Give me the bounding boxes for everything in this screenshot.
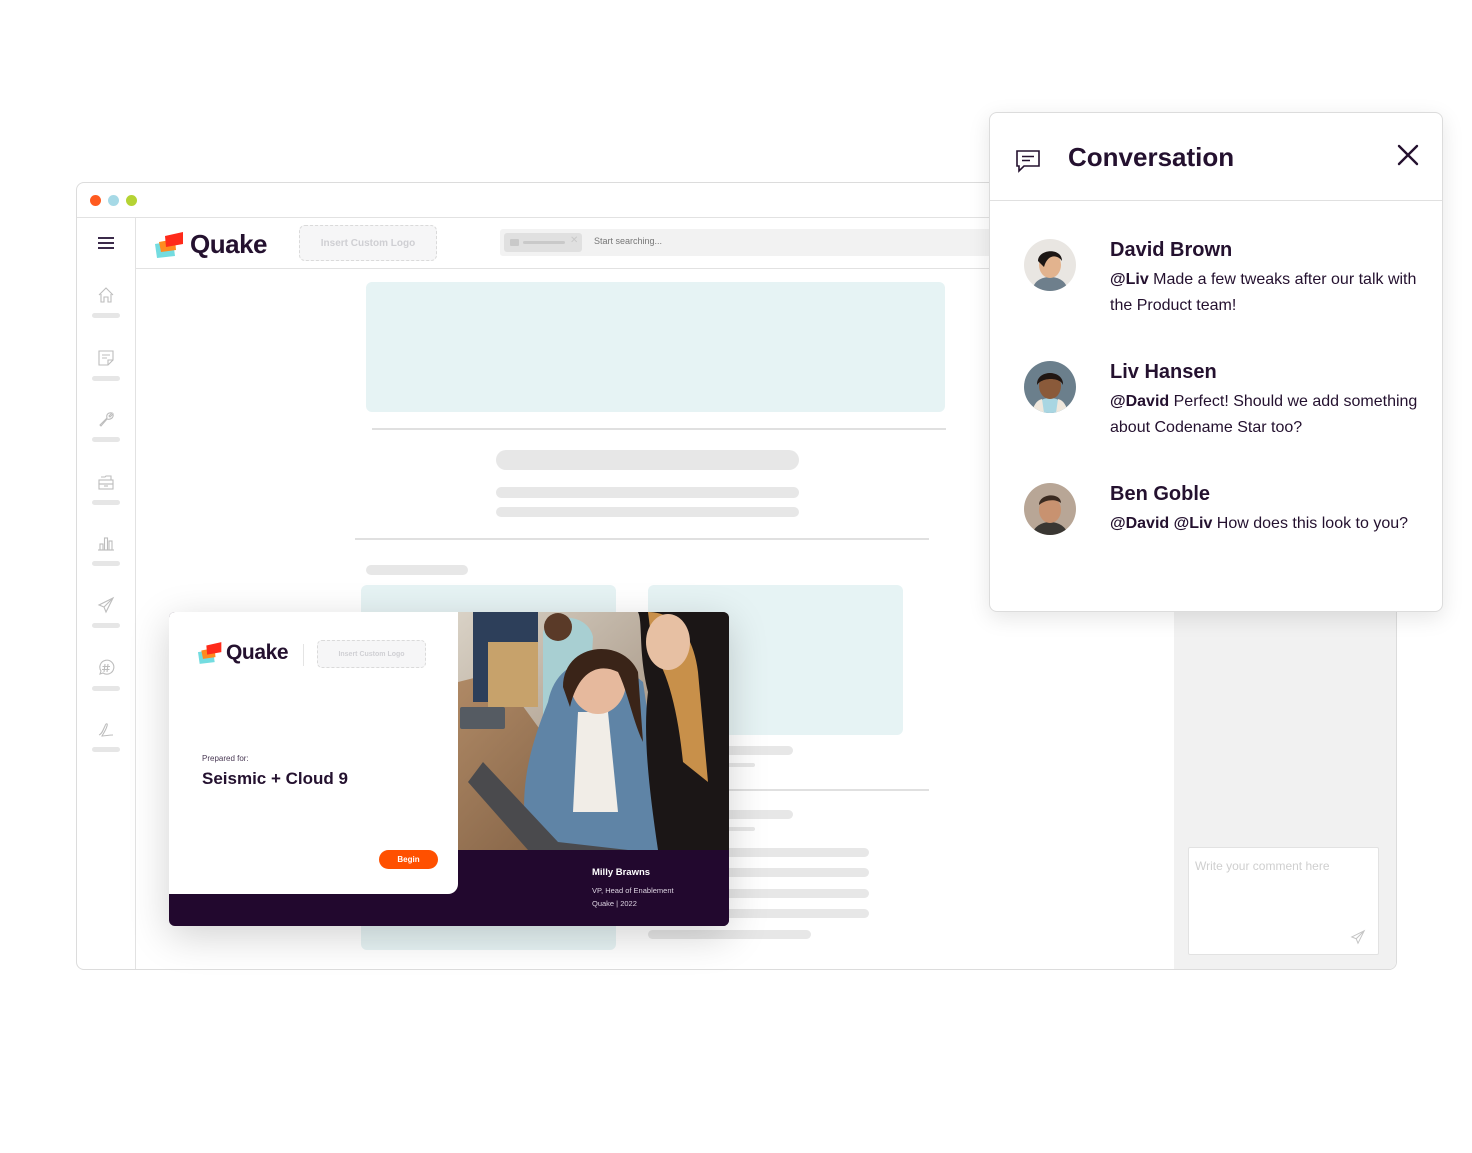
search-placeholder: Start searching...: [594, 236, 663, 246]
sidebar-label-placeholder: [92, 747, 120, 752]
sidebar: [77, 218, 136, 969]
presenter-title: VP, Head of Enablement: [592, 886, 674, 895]
deck-brand-logo: Quake: [198, 641, 289, 665]
message-text: @David @Liv How does this look to you?: [1110, 511, 1440, 537]
office-photo-image: [458, 612, 729, 850]
sidebar-item-send[interactable]: [90, 596, 122, 636]
chip-remove-icon[interactable]: ✕: [570, 235, 578, 246]
title-placeholder: [496, 450, 799, 470]
home-icon: [98, 287, 114, 303]
message-author: Ben Goble: [1110, 483, 1211, 505]
presentation-preview[interactable]: Quake Insert Custom Logo Prepared for: S…: [169, 612, 729, 926]
search-input[interactable]: ✕ Start searching...: [500, 229, 1000, 256]
message-text: @Liv Made a few tweaks after our talk wi…: [1110, 267, 1430, 319]
text-placeholder: [648, 930, 811, 939]
comment-placeholder: Write your comment here: [1195, 859, 1330, 873]
sidebar-label-placeholder: [92, 623, 120, 628]
sidebar-item-notes[interactable]: [90, 349, 122, 389]
message-body: Made a few tweaks after our talk with th…: [1110, 271, 1417, 314]
quake-logo-icon: [198, 642, 222, 664]
avatar-image: [1024, 361, 1076, 413]
presenter-name: Milly Brawns: [592, 867, 651, 878]
cover-photo: [458, 612, 729, 850]
deck-insert-custom-logo-button[interactable]: Insert Custom Logo: [317, 640, 426, 668]
avatar-image: [1024, 239, 1076, 291]
sidebar-label-placeholder: [92, 500, 120, 505]
send-comment-icon[interactable]: [1350, 929, 1366, 945]
message-mentions[interactable]: @David: [1110, 393, 1169, 410]
presenter-company-year: Quake | 2022: [592, 898, 637, 908]
sidebar-label-placeholder: [92, 686, 120, 691]
message-mentions[interactable]: @Liv: [1110, 271, 1149, 288]
close-icon[interactable]: [1396, 143, 1420, 167]
avatar-image: [1024, 483, 1076, 535]
sidebar-item-analytics[interactable]: [90, 534, 122, 574]
deck-brand-name: Quake: [226, 641, 289, 664]
sidebar-item-tools[interactable]: [90, 410, 122, 450]
window-close-button[interactable]: [90, 195, 101, 206]
client-name: Seismic + Cloud 9: [202, 769, 348, 788]
sidebar-item-home[interactable]: [90, 286, 122, 326]
sidebar-item-channels[interactable]: [90, 659, 122, 699]
avatar[interactable]: [1024, 239, 1076, 291]
message-author: Liv Hansen: [1110, 361, 1217, 383]
logo-divider: [303, 644, 304, 666]
message-author: David Brown: [1110, 239, 1233, 261]
presenter-footer: Milly Brawns VP, Head of Enablement Quak…: [458, 850, 729, 926]
text-placeholder: [496, 487, 799, 498]
begin-button[interactable]: Begin: [379, 850, 438, 869]
section-label-placeholder: [366, 565, 468, 575]
deck-cover-panel: Quake Insert Custom Logo Prepared for: S…: [169, 612, 458, 894]
chip-label-placeholder: [523, 241, 565, 244]
signature-icon: [98, 723, 114, 737]
folder-icon: [510, 239, 519, 246]
send-icon: [97, 596, 115, 614]
chat-icon: [1016, 150, 1040, 173]
avatar[interactable]: [1024, 361, 1076, 413]
window-maximize-button[interactable]: [126, 195, 137, 206]
sidebar-label-placeholder: [92, 437, 120, 442]
presenter-details: VP, Head of Enablement Quake | 2022: [592, 885, 674, 910]
wrench-icon: [99, 412, 114, 427]
hero-placeholder: [366, 282, 945, 412]
bar-chart-icon: [98, 537, 114, 551]
brand-name: Quake: [190, 229, 268, 259]
search-filter-chip[interactable]: ✕: [504, 233, 582, 252]
text-placeholder: [496, 507, 799, 517]
message-mentions[interactable]: @David @Liv: [1110, 515, 1212, 532]
sidebar-label-placeholder: [92, 313, 120, 318]
note-icon: [98, 350, 114, 366]
quake-logo-icon: [155, 231, 183, 258]
prepared-for-label: Prepared for:: [202, 754, 249, 763]
menu-icon[interactable]: [98, 237, 114, 249]
sidebar-label-placeholder: [92, 376, 120, 381]
divider: [355, 538, 929, 540]
message-body: How does this look to you?: [1216, 515, 1409, 532]
window-minimize-button[interactable]: [108, 195, 119, 206]
hashtag-chat-icon: [99, 659, 115, 675]
sidebar-label-placeholder: [92, 561, 120, 566]
divider: [372, 428, 946, 430]
conversation-panel: Conversation David Brown @Liv Made a few…: [989, 112, 1443, 612]
sidebar-item-signatures[interactable]: [90, 720, 122, 760]
conversation-title: Conversation: [1068, 142, 1235, 172]
comment-input[interactable]: Write your comment here: [1188, 847, 1379, 955]
conversation-header: Conversation: [990, 113, 1442, 201]
archive-icon: [98, 475, 114, 490]
sidebar-item-archive[interactable]: [90, 473, 122, 513]
message-text: @David Perfect! Should we add something …: [1110, 389, 1430, 441]
avatar[interactable]: [1024, 483, 1076, 535]
brand-logo[interactable]: Quake: [155, 229, 268, 260]
insert-custom-logo-button[interactable]: Insert Custom Logo: [299, 225, 437, 261]
